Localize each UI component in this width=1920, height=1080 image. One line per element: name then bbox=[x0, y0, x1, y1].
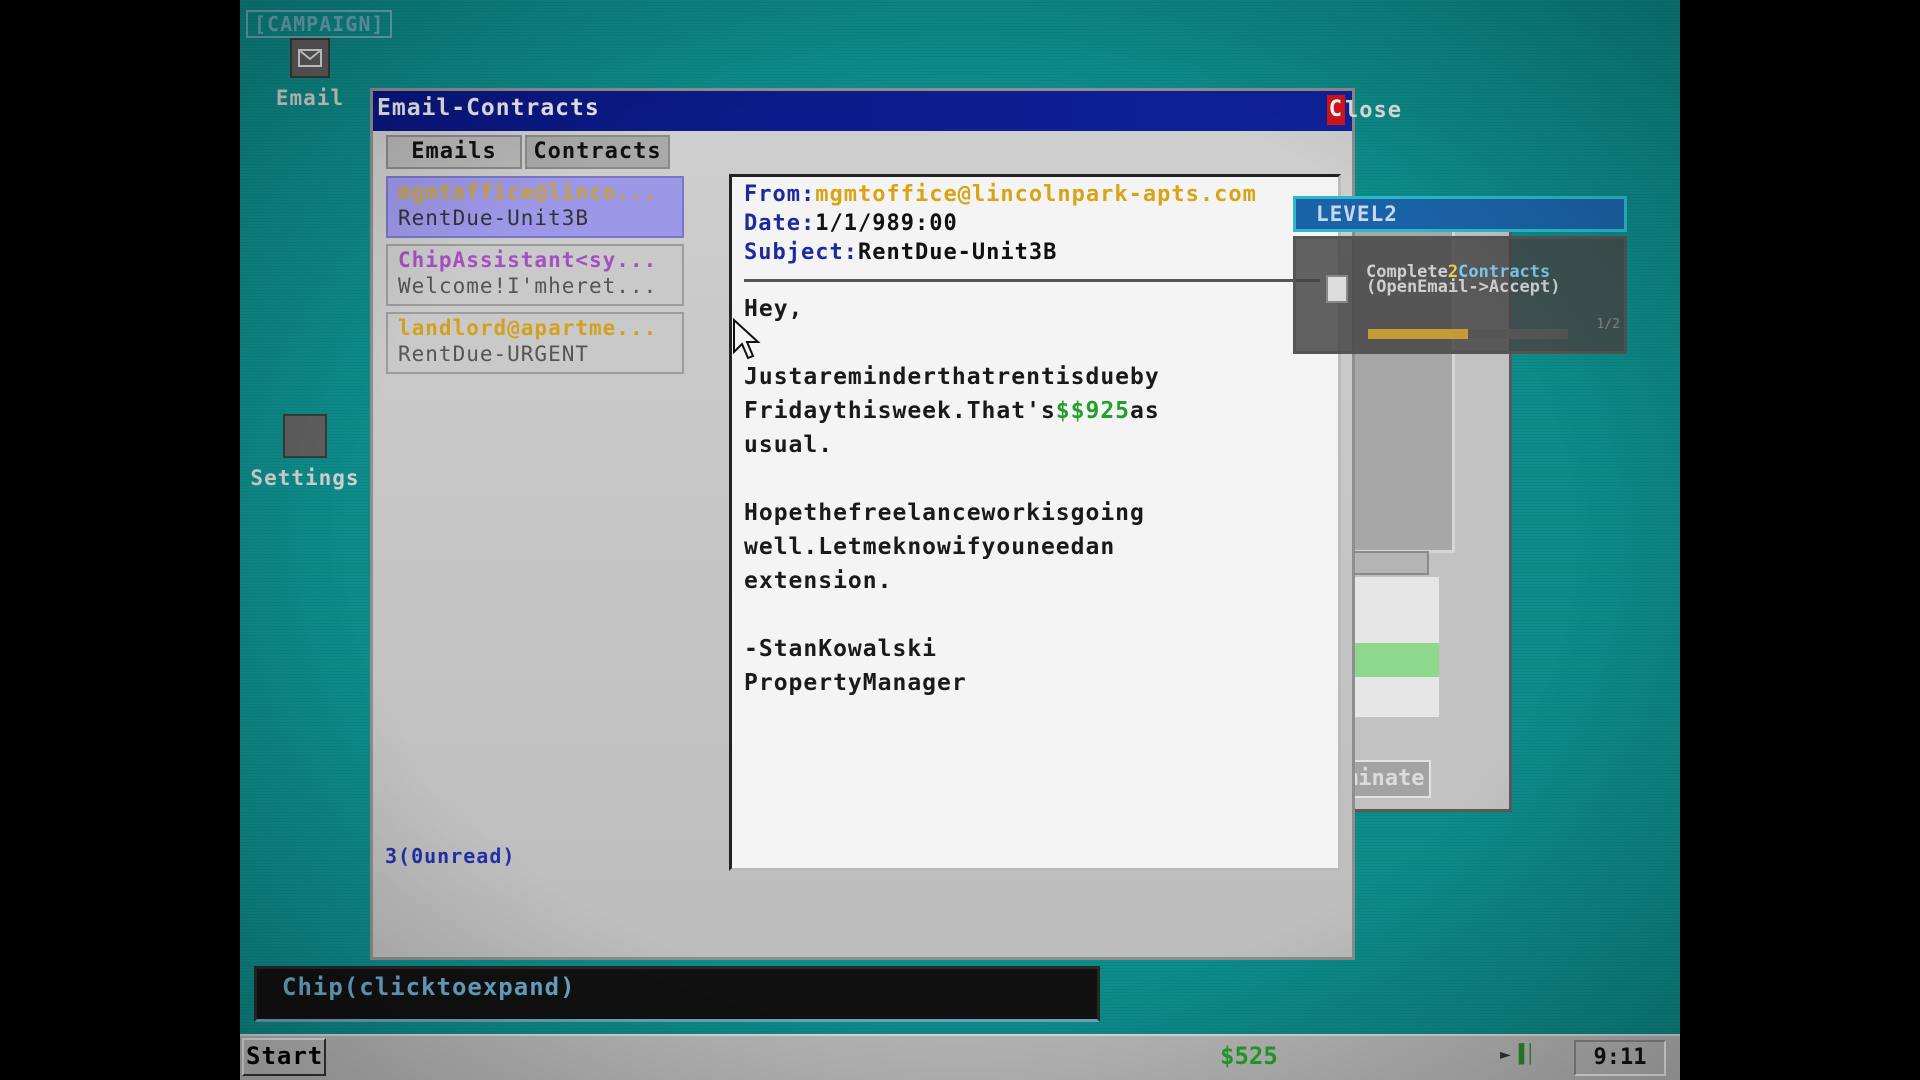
close-button[interactable]: Close bbox=[1326, 95, 1402, 125]
email-sender: ChipAssistant<sy... bbox=[398, 248, 658, 272]
network-icon[interactable]: ▌▏ bbox=[1519, 1044, 1541, 1065]
start-button[interactable]: Start bbox=[242, 1038, 326, 1076]
balance-display: $525 bbox=[1220, 1042, 1278, 1070]
header-divider bbox=[744, 279, 1320, 282]
date-key: Date: bbox=[744, 211, 816, 236]
from-address[interactable]: mgmtoffice@lincolnpark-apts.com bbox=[815, 182, 1257, 207]
email-subject: RentDue-Unit3B bbox=[398, 206, 590, 230]
tab-emails[interactable]: Emails bbox=[386, 135, 522, 169]
email-sender: mgmtoffice@linco... bbox=[398, 180, 658, 204]
mouse-cursor-icon bbox=[733, 318, 761, 360]
campaign-label[interactable]: [CAMPAIGN] bbox=[246, 10, 393, 38]
email-list-item[interactable]: mgmtoffice@linco... RentDue-Unit3B bbox=[386, 176, 684, 238]
email-list-item[interactable]: landlord@apartme... RentDue-URGENT bbox=[386, 312, 684, 374]
unread-count: 3(0unread) bbox=[385, 844, 516, 868]
from-key: From: bbox=[744, 182, 816, 207]
volume-icon[interactable]: ► bbox=[1500, 1044, 1511, 1065]
quest-progress-bar bbox=[1368, 329, 1568, 339]
document-icon bbox=[1326, 275, 1348, 303]
background-list-row-highlight[interactable] bbox=[1343, 643, 1439, 677]
window-title: Email-Contracts bbox=[377, 95, 600, 121]
quest-progress-count: 1/2 bbox=[1596, 317, 1620, 332]
taskbar: Start $525 ► ▌▏ 9:11 bbox=[240, 1034, 1680, 1080]
envelope-icon bbox=[290, 38, 330, 78]
tab-contracts[interactable]: Contracts bbox=[525, 135, 670, 169]
quest-panel: Complete2Contracts (OpenEmail->Accept) 1… bbox=[1293, 236, 1627, 354]
desktop-icon-email[interactable]: Email bbox=[260, 38, 360, 110]
email-body-line: Fridaythisweek.That's$$925as bbox=[744, 398, 1160, 424]
terminate-button[interactable]: minate bbox=[1343, 760, 1431, 798]
email-greeting: Hey, bbox=[744, 296, 804, 322]
quest-hint: (OpenEmail->Accept) bbox=[1366, 277, 1561, 297]
clock: 9:11 bbox=[1574, 1040, 1666, 1076]
title-bar[interactable]: Email-Contracts Close bbox=[373, 91, 1401, 131]
desktop: [CAMPAIGN] Email Settings minate Email-C… bbox=[240, 0, 1680, 1080]
desktop-icon-settings-label: Settings bbox=[250, 466, 360, 490]
close-button-label: lose bbox=[1345, 97, 1402, 123]
email-reader: From:mgmtoffice@lincolnpark-apts.com Dat… bbox=[729, 174, 1341, 871]
email-contracts-window: Email-Contracts Close Emails Contracts m… bbox=[370, 88, 1401, 960]
email-date-row: Date:1/1/989:00 bbox=[744, 209, 1326, 238]
email-subject-row: Subject:RentDue-Unit3B bbox=[744, 238, 1326, 267]
subject-value: RentDue-Unit3B bbox=[857, 240, 1058, 265]
email-subject: Welcome!I'mheret... bbox=[398, 274, 658, 298]
subject-key: Subject: bbox=[744, 240, 858, 265]
email-subject: RentDue-URGENT bbox=[398, 342, 590, 366]
email-body-line: extension. bbox=[744, 568, 893, 594]
email-body-line: Justareminderthatrentisdueby bbox=[744, 364, 1160, 390]
desktop-icon-settings[interactable]: Settings bbox=[240, 414, 370, 490]
email-from-row: From:mgmtoffice@lincolnpark-apts.com bbox=[744, 180, 1326, 209]
email-list-item[interactable]: ChipAssistant<sy... Welcome!I'mheret... bbox=[386, 244, 684, 306]
background-tab[interactable] bbox=[1343, 551, 1429, 575]
email-sender: landlord@apartme... bbox=[398, 316, 658, 340]
date-value: 1/1/989:00 bbox=[815, 211, 958, 236]
system-tray: ► ▌▏ bbox=[1500, 1044, 1541, 1065]
level-bar: LEVEL2 bbox=[1293, 196, 1627, 232]
quest-progress-fill bbox=[1368, 329, 1468, 339]
chip-assistant-bar[interactable]: Chip(clicktoexpand) bbox=[254, 966, 1100, 1022]
rent-amount: $$925 bbox=[1055, 398, 1131, 424]
email-body-line: Hopethefreelanceworkisgoing bbox=[744, 500, 1145, 526]
email-signature-title: PropertyManager bbox=[744, 670, 967, 696]
close-button-x: C bbox=[1326, 95, 1346, 125]
email-body-line: usual. bbox=[744, 432, 834, 458]
email-body-line: well.Letmeknowifyouneedan bbox=[744, 534, 1116, 560]
quest-text: Complete2Contracts (OpenEmail->Accept) bbox=[1366, 262, 1561, 297]
desktop-icon-email-label: Email bbox=[275, 86, 345, 110]
email-signature-name: -StanKowalski bbox=[744, 636, 938, 662]
settings-icon bbox=[283, 414, 327, 458]
